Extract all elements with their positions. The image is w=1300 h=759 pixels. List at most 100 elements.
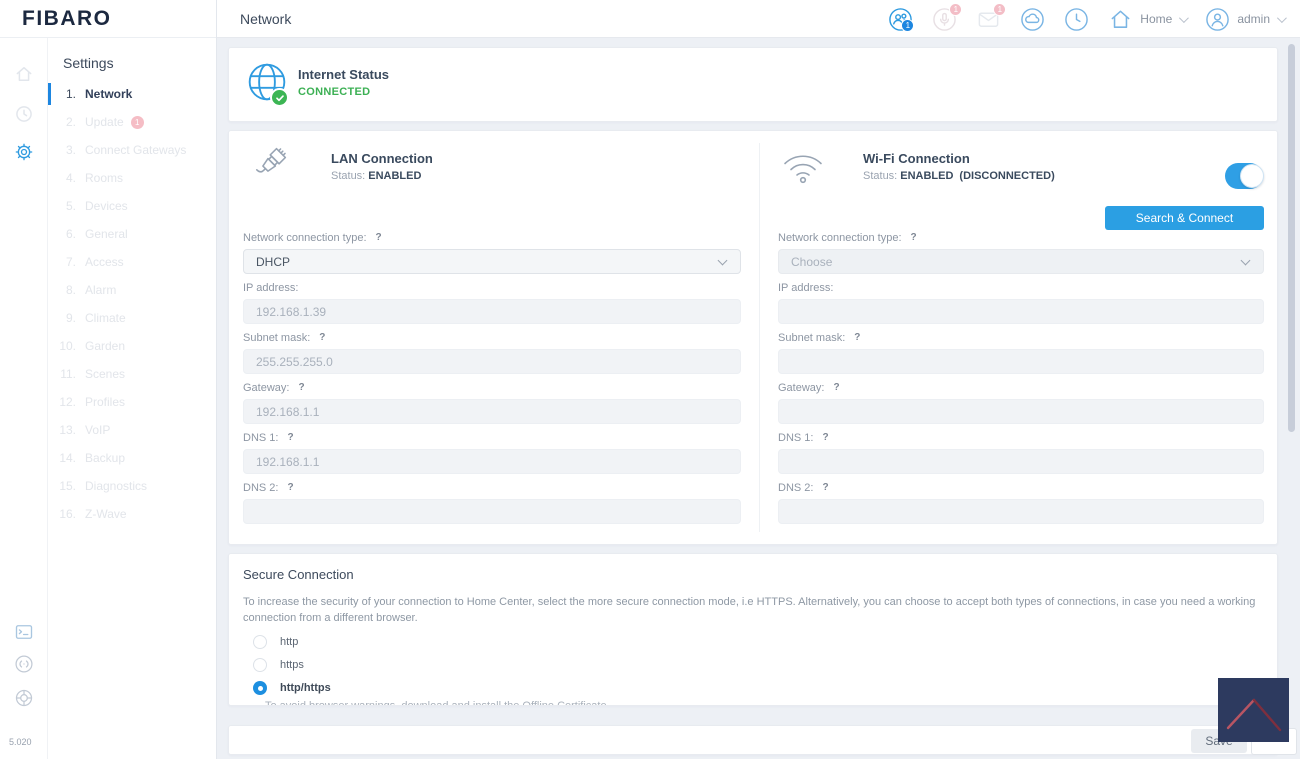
- lan-dns-1-input[interactable]: [243, 449, 741, 474]
- voip-badge: 1: [949, 2, 963, 16]
- select-value: DHCP: [256, 254, 291, 269]
- help-icon[interactable]: ?: [854, 332, 860, 343]
- wifi-subnet-mask-input[interactable]: [778, 349, 1264, 374]
- help-icon[interactable]: ?: [298, 382, 304, 393]
- sidebar-item-update[interactable]: 2. Update 1: [48, 108, 217, 136]
- radio-option-http-https[interactable]: http/https: [253, 681, 331, 695]
- menu-item-label: Connect Gateways: [85, 143, 187, 157]
- sidebar-item-backup[interactable]: 14. Backup: [48, 444, 217, 472]
- settings-menu-list: 1. Network 2. Update 1 3. Connect Gatewa…: [48, 80, 217, 528]
- wifi-gateway-input[interactable]: [778, 399, 1264, 424]
- help-icon[interactable]: ?: [376, 232, 382, 243]
- search-connect-button[interactable]: Search & Connect: [1105, 206, 1264, 230]
- sidebar-item-network[interactable]: 1. Network: [48, 80, 217, 108]
- wifi-title: Wi-Fi Connection: [863, 151, 970, 166]
- sidebar: FIBARO 5.020 Settings 1. Network 2. Upda…: [0, 0, 217, 759]
- internet-status-title: Internet Status: [298, 67, 390, 82]
- wifi-toggle[interactable]: [1225, 163, 1264, 189]
- settings-menu: Settings 1. Network 2. Update 1 3. Conne…: [48, 38, 217, 759]
- radio-icon[interactable]: [253, 658, 267, 672]
- sidebar-item-garden[interactable]: 10. Garden: [48, 332, 217, 360]
- radio-option-http[interactable]: http: [253, 635, 298, 649]
- lan-subnet-mask-input[interactable]: [243, 349, 741, 374]
- help-icon[interactable]: ?: [822, 432, 828, 443]
- help-icon[interactable]: ?: [833, 382, 839, 393]
- wifi-field-dns-1: DNS 1: ?: [778, 431, 1264, 474]
- sidebar-item-connect-gateways[interactable]: 3. Connect Gateways: [48, 136, 217, 164]
- terminal-icon[interactable]: [14, 622, 34, 642]
- menu-item-label: Network: [85, 87, 133, 101]
- help-icon[interactable]: ?: [287, 432, 293, 443]
- scrollbar-thumb[interactable]: [1288, 44, 1295, 432]
- radio-icon[interactable]: [253, 681, 267, 695]
- radio-option-https[interactable]: https: [253, 658, 304, 672]
- home-selector[interactable]: Home: [1108, 7, 1190, 32]
- help-icon[interactable]: ?: [911, 232, 917, 243]
- wifi-icon: [780, 148, 826, 186]
- chevron-down-icon: [1276, 12, 1287, 23]
- sidebar-item-climate[interactable]: 9. Climate: [48, 304, 217, 332]
- sidebar-item-z-wave[interactable]: 16. Z-Wave: [48, 500, 217, 528]
- user-menu-label: admin: [1237, 12, 1270, 26]
- internet-status-card: Internet Status CONNECTED: [228, 47, 1278, 122]
- messages-icon[interactable]: 1: [976, 2, 1007, 32]
- lan-field-subnet-mask: Subnet mask: ?: [243, 331, 741, 374]
- sidebar-item-general[interactable]: 6. General: [48, 220, 217, 248]
- sidebar-item-profiles[interactable]: 12. Profiles: [48, 388, 217, 416]
- voip-icon[interactable]: 1: [932, 2, 963, 32]
- radio-icon[interactable]: [253, 635, 267, 649]
- globe-icon: [246, 61, 292, 107]
- sidebar-item-access[interactable]: 7. Access: [48, 248, 217, 276]
- field-label: Network connection type:: [243, 231, 367, 244]
- lan-dns-2-input[interactable]: [243, 499, 741, 524]
- users-icon[interactable]: 1: [888, 7, 915, 32]
- help-icon[interactable]: ?: [822, 482, 828, 493]
- menu-item-label: Access: [85, 255, 124, 269]
- menu-item-number: 3.: [65, 143, 76, 157]
- menu-item-number: 1.: [65, 87, 76, 101]
- field-label: Network connection type:: [778, 231, 902, 244]
- fibaro-logo: FIBARO: [22, 7, 112, 30]
- lan-title: LAN Connection: [331, 151, 433, 166]
- hub-icon[interactable]: [14, 688, 34, 708]
- history-icon[interactable]: [14, 104, 34, 124]
- icon-rail: 5.020: [0, 38, 48, 759]
- scrollbar: [1288, 40, 1295, 759]
- cloud-icon[interactable]: [1020, 7, 1045, 32]
- sidebar-item-devices[interactable]: 5. Devices: [48, 192, 217, 220]
- wifi-dns-2-input[interactable]: [778, 499, 1264, 524]
- field-label: Subnet mask:: [778, 331, 846, 344]
- wifi-ip-address-input[interactable]: [778, 299, 1264, 324]
- wifi-dns-1-input[interactable]: [778, 449, 1264, 474]
- menu-item-number: 8.: [65, 283, 76, 297]
- secure-connection-card: Secure Connection To increase the securi…: [228, 553, 1278, 706]
- menu-item-number: 4.: [65, 171, 76, 185]
- menu-item-number: 12.: [59, 395, 76, 409]
- lan-network-connection-type-select[interactable]: DHCP: [243, 249, 741, 274]
- sidebar-item-rooms[interactable]: 4. Rooms: [48, 164, 217, 192]
- house-icon: [1111, 10, 1130, 28]
- connected-check-icon: [270, 88, 289, 107]
- lan-ip-address-input[interactable]: [243, 299, 741, 324]
- wifi-network-connection-type-select[interactable]: Choose: [778, 249, 1264, 274]
- field-label: DNS 1:: [243, 431, 279, 444]
- wifi-field-network-connection-type: Network connection type: ? Choose: [778, 231, 1264, 274]
- sidebar-item-scenes[interactable]: 11. Scenes: [48, 360, 217, 388]
- sidebar-item-alarm[interactable]: 8. Alarm: [48, 276, 217, 304]
- clock-icon[interactable]: [1064, 7, 1089, 32]
- help-icon[interactable]: ?: [287, 482, 293, 493]
- field-label: DNS 1:: [778, 431, 814, 444]
- chevron-down-icon: [1240, 255, 1251, 266]
- home-icon[interactable]: [14, 64, 34, 84]
- settings-gear-icon[interactable]: [14, 142, 34, 162]
- menu-item-number: 5.: [65, 199, 76, 213]
- lan-gateway-input[interactable]: [243, 399, 741, 424]
- help-icon[interactable]: ?: [319, 332, 325, 343]
- user-menu[interactable]: admin: [1205, 7, 1287, 32]
- chevron-peak-icon: [1226, 698, 1282, 732]
- select-value: Choose: [791, 254, 833, 269]
- sidebar-item-diagnostics[interactable]: 15. Diagnostics: [48, 472, 217, 500]
- sidebar-item-voip[interactable]: 13. VoIP: [48, 416, 217, 444]
- field-label: Gateway:: [243, 381, 290, 394]
- api-icon[interactable]: [14, 654, 34, 674]
